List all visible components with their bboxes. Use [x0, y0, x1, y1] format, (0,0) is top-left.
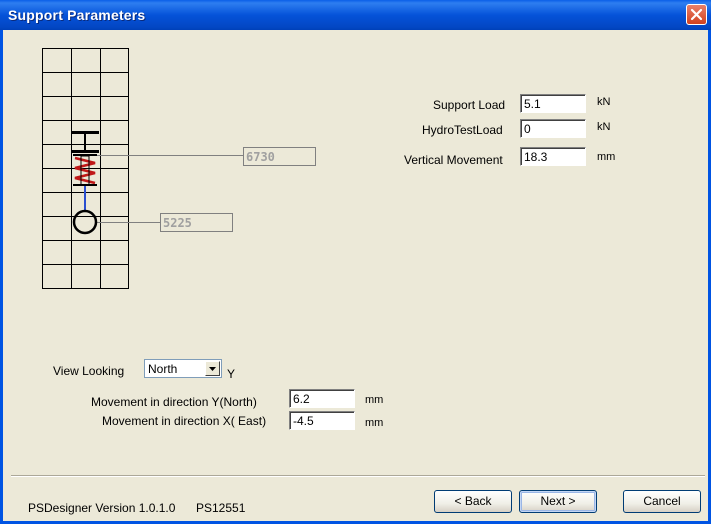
back-button[interactable]: < Back: [434, 490, 512, 513]
vertical-movement-unit: mm: [597, 151, 616, 163]
project-code: PS12551: [196, 501, 246, 515]
view-looking-select[interactable]: North: [144, 359, 222, 378]
support-load-unit: kN: [597, 96, 611, 108]
movement-y-unit: mm: [365, 394, 384, 406]
view-looking-label: View Looking: [53, 364, 125, 378]
upper-elevation-tag: 6730: [243, 147, 316, 166]
cancel-button[interactable]: Cancel: [623, 490, 701, 513]
hydrotest-load-unit: kN: [597, 121, 611, 133]
version-text: PSDesigner Version 1.0.1.0: [28, 501, 176, 515]
movement-x-field[interactable]: [289, 411, 355, 430]
next-button[interactable]: Next >: [519, 490, 597, 513]
close-icon: [690, 8, 703, 21]
movement-x-unit: mm: [365, 417, 384, 429]
footer-separator-highlight: [11, 476, 705, 477]
chevron-down-icon: [209, 367, 216, 371]
dropdown-button[interactable]: [205, 361, 220, 376]
movement-y-field[interactable]: [289, 389, 355, 408]
hydrotest-load-label: HydroTestLoad: [422, 123, 503, 137]
hydrotest-load-field[interactable]: [520, 119, 586, 138]
movement-x-label: Movement in direction X( East): [102, 414, 267, 428]
lower-elevation-tag: 5225: [160, 213, 233, 232]
support-load-label: Support Load: [433, 98, 506, 112]
close-button[interactable]: [686, 4, 707, 25]
view-looking-value: North: [148, 362, 178, 376]
vertical-movement-field[interactable]: [520, 147, 586, 166]
vertical-movement-label: Vertical Movement: [404, 153, 503, 167]
support-load-field[interactable]: [520, 94, 586, 113]
view-axis-label: Y: [227, 367, 236, 381]
support-parameters-dialog: Support Parameters 6730 5225 Support Loa…: [0, 0, 711, 524]
movement-y-label: Movement in direction Y(North): [91, 395, 257, 409]
